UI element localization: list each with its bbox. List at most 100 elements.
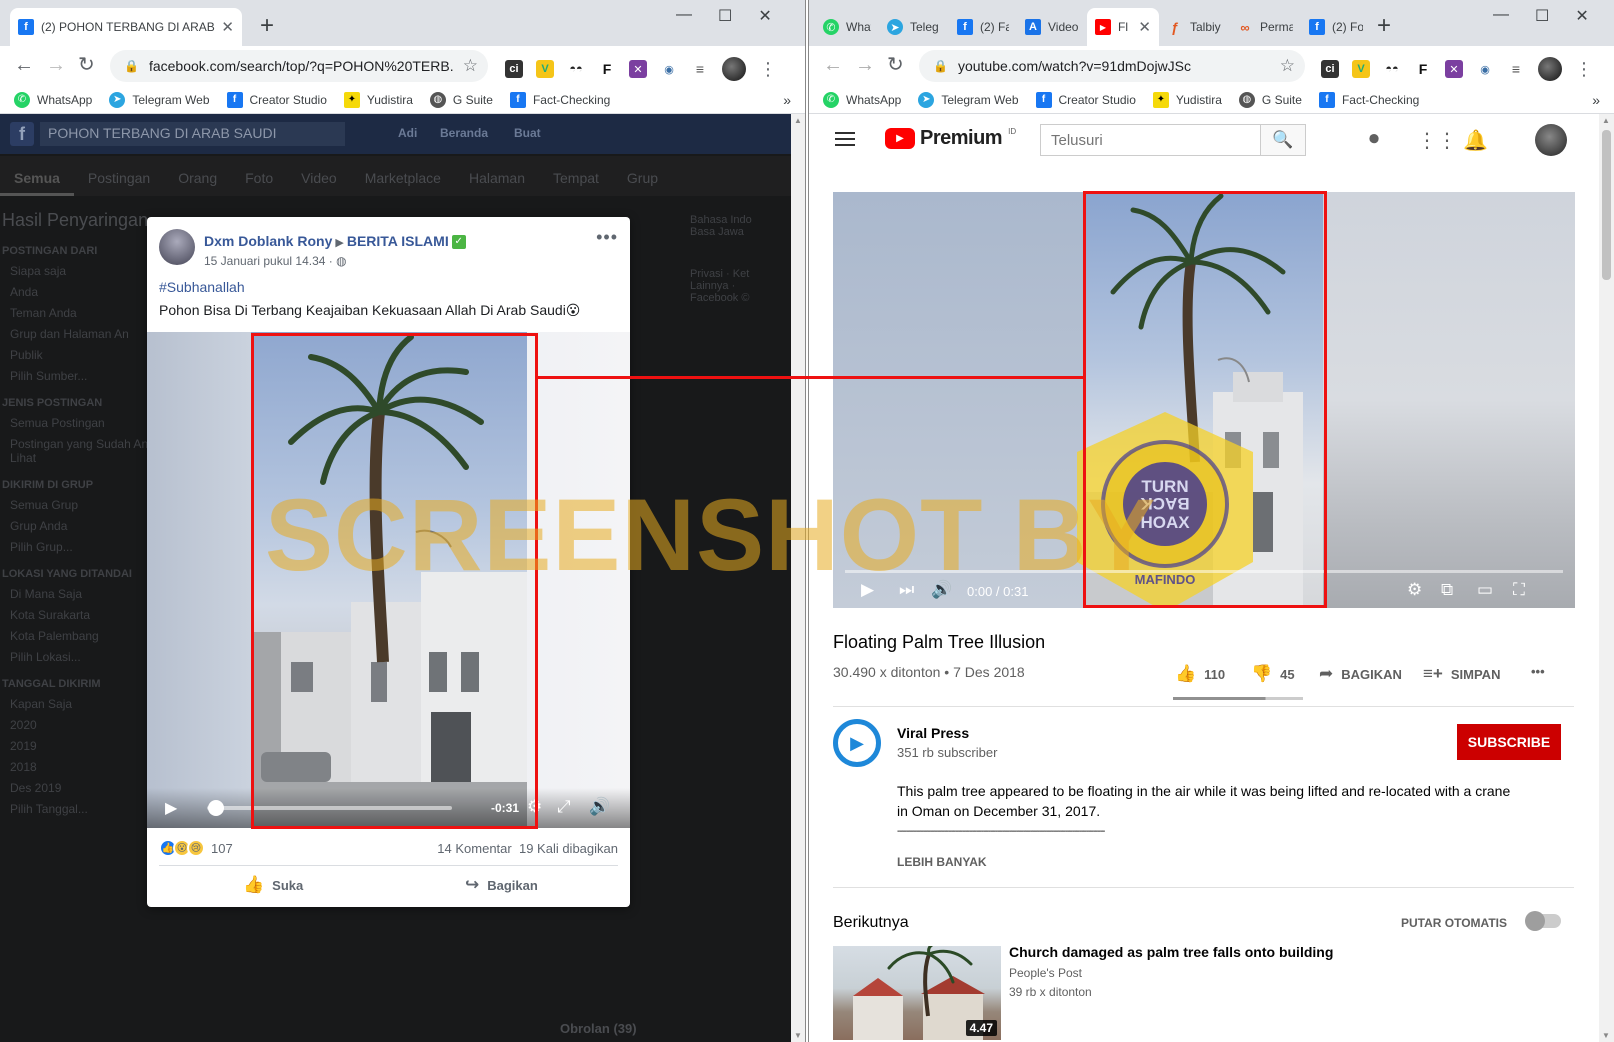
dislike-button[interactable]: 👎 45 [1251,664,1295,684]
hamburger-menu-icon[interactable] [835,132,855,146]
notifications-bell-icon[interactable]: 🔔 [1463,128,1488,153]
new-tab-button[interactable]: + [260,12,274,40]
comments-count[interactable]: 14 Komentar [437,841,511,856]
extension-v-icon[interactable]: V [536,60,554,78]
tab-talbiy[interactable]: ƒ Talbiy [1159,8,1229,46]
fullscreen-icon[interactable]: ⛶ [1513,580,1525,600]
filter-option[interactable]: Grup dan Halaman An [10,327,170,341]
share-button[interactable]: ➦ BAGIKAN [1319,664,1402,684]
settings-gear-icon[interactable]: ⚙ [1407,580,1422,600]
filter-option[interactable]: Postingan yang Sudah Anda Lihat [10,437,170,465]
shares-count[interactable]: 19 Kali dibagikan [519,841,618,856]
youtube-premium-logo[interactable]: ▶ Premium ID [885,127,1016,150]
filter-option[interactable]: Semua Grup [10,498,170,512]
filter-option[interactable]: 2019 [10,739,170,753]
share-button[interactable]: ↪ Bagikan [465,875,538,895]
scroll-down-icon[interactable]: ▼ [1602,1031,1610,1040]
youtube-search-input[interactable] [1041,125,1260,155]
volume-icon[interactable]: 🔊 [589,797,610,817]
footer-link[interactable]: Lainnya · [690,280,780,292]
reactions-summary[interactable]: 👍 😮 😢 107 [159,839,233,857]
extension-purple-icon[interactable]: ✕ [629,60,647,78]
next-video-channel[interactable]: People's Post [1009,966,1082,980]
extension-glasses-icon[interactable]: ◓◓ [567,60,585,78]
address-bar[interactable]: 🔒 youtube.com/watch?v=91dmDojwJSc ☆ [919,50,1305,82]
fullscreen-icon[interactable]: ⤢ [557,797,571,817]
scroll-up-icon[interactable]: ▲ [1602,116,1610,125]
profile-avatar[interactable] [1538,57,1562,81]
bookmark-creator-studio[interactable]: f Creator Studio [226,91,327,108]
tab-perma[interactable]: ∞ Perma [1229,8,1301,46]
media-playlist-icon[interactable]: ≡ [691,60,709,78]
extension-ci-icon[interactable]: ci [505,60,523,78]
filter-option[interactable]: Kapan Saja [10,697,170,711]
miniplayer-icon[interactable]: ⧉ [1441,580,1453,600]
profile-avatar[interactable] [722,57,746,81]
minimize-icon[interactable]: — [676,6,692,26]
author-avatar[interactable] [159,229,195,265]
filter-option[interactable]: Siapa saja [10,264,170,278]
tab-youtube[interactable]: ▶ Fl ✕ [1087,8,1159,46]
bookmark-yudistira[interactable]: ✦ Yudistira [343,91,413,108]
bookmark-whatsapp[interactable]: ✆ WhatsApp [14,91,92,108]
maximize-icon[interactable]: ☐ [718,6,732,26]
apps-grid-icon[interactable]: ⋮⋮ [1417,128,1457,153]
autoplay-toggle[interactable] [1525,911,1561,931]
footer-link[interactable]: Facebook © [690,292,780,304]
minimize-icon[interactable]: — [1493,6,1509,26]
filter-marketplace[interactable]: Marketplace [351,156,455,196]
channel-name[interactable]: Viral Press [897,725,969,741]
extension-ci-icon[interactable]: ci [1321,60,1339,78]
subscribe-button[interactable]: SUBSCRIBE [1457,724,1561,760]
bookmark-telegram[interactable]: ➤ Telegram Web [918,91,1019,108]
filter-option[interactable]: Pilih Sumber... [10,369,170,383]
bookmarks-overflow-icon[interactable]: » [1592,92,1600,108]
browser-menu-icon[interactable]: ⋮ [759,59,777,80]
extension-v-icon[interactable]: V [1352,60,1370,78]
filter-option[interactable]: Semua Postingan [10,416,170,430]
scroll-up-icon[interactable]: ▲ [794,116,802,125]
author-name[interactable]: Dxm Doblank Rony [204,233,332,249]
filter-places[interactable]: Tempat [539,156,613,196]
forward-icon[interactable]: → [855,54,875,76]
language-link[interactable]: Bahasa Indo [690,214,780,226]
bookmark-star-icon[interactable]: ☆ [1280,56,1295,76]
bookmark-yudistira[interactable]: ✦ Yudistira [1152,91,1222,108]
filter-posts[interactable]: Postingan [74,156,164,196]
filter-option[interactable]: Anda [10,285,170,299]
filter-all[interactable]: Semua [0,156,74,196]
bookmark-gsuite[interactable]: ◍ G Suite [1238,91,1302,108]
nav-profile[interactable]: Adi [398,126,417,140]
tab-facebook[interactable]: f (2) Fa [949,8,1017,46]
close-window-icon[interactable]: ✕ [758,6,771,26]
filter-option[interactable]: Des 2019 [10,781,170,795]
scroll-down-icon[interactable]: ▼ [794,1031,802,1040]
play-icon[interactable]: ▶ [165,798,177,818]
language-link[interactable]: Basa Jawa [690,226,780,238]
video-seek-handle[interactable] [207,800,224,816]
post-timestamp[interactable]: 15 Januari pukul 14.34 · ◍ [204,254,347,268]
tab-facebook-search[interactable]: f (2) POHON TERBANG DI ARAB SA ✕ [10,8,242,46]
close-tab-icon[interactable]: ✕ [1138,18,1151,36]
filter-option[interactable]: Publik [10,348,170,362]
bookmark-fact-checking[interactable]: f Fact-Checking [509,91,610,108]
reload-icon[interactable]: ↻ [887,54,904,76]
tab-telegram[interactable]: ➤ Teleg [879,8,949,46]
forward-icon[interactable]: → [46,54,66,76]
address-bar[interactable]: 🔒 facebook.com/search/top/?q=POHON%20TER… [110,50,488,82]
extension-f-icon[interactable]: F [598,60,616,78]
bookmark-star-icon[interactable]: ☆ [463,56,478,76]
next-video-title[interactable]: Church damaged as palm tree falls onto b… [1009,944,1333,960]
more-actions-icon[interactable]: ••• [1531,664,1545,679]
close-tab-icon[interactable]: ✕ [221,18,234,36]
filter-option[interactable]: Pilih Lokasi... [10,650,170,664]
close-window-icon[interactable]: ✕ [1575,6,1588,26]
browser-menu-icon[interactable]: ⋮ [1575,59,1593,80]
footer-link[interactable]: Privasi · Ket [690,268,780,280]
bookmarks-overflow-icon[interactable]: » [783,92,791,108]
filter-option[interactable]: Pilih Tanggal... [10,802,170,816]
extension-circle-icon[interactable]: ◉ [1476,60,1494,78]
facebook-logo-icon[interactable]: f [10,122,34,146]
account-avatar[interactable] [1535,124,1567,156]
filter-option[interactable]: Teman Anda [10,306,170,320]
